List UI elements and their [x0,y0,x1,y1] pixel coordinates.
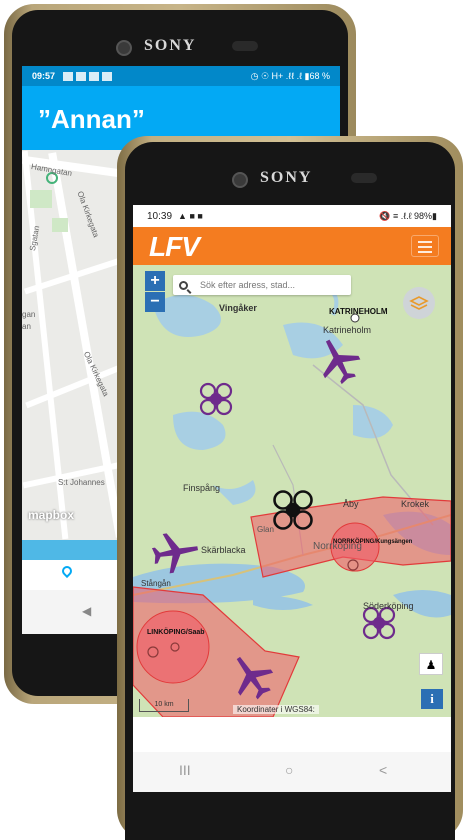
front-camera-icon [232,172,248,188]
layers-icon [409,296,429,310]
street-label: an [22,322,31,331]
nav-back-button[interactable]: ◀ [82,604,91,618]
search-input[interactable]: Sök efter adress, stad... [173,275,351,295]
notification-icon [102,71,113,81]
street-label: Ola Kirkegata [75,190,101,239]
place-label: Skärblacka [201,545,246,555]
menu-icon[interactable] [411,235,439,257]
drone-icon [362,606,396,640]
nav-recent-button[interactable]: III [179,762,191,778]
airport-zone-linkoping [136,610,210,684]
status-time: 09:57 [32,71,56,81]
status-indicators: ◷ ☉ H+ .ℓℓ .ℓ ▮68 % [250,70,330,81]
brand-logo: SONY [260,169,313,186]
place-label: Vingåker [219,303,257,313]
street-label: gan [22,310,36,319]
status-bar: 10:39 ▲ ■ ■ 🔇 ≡ .ℓ.ℓ 98%▮ [133,205,451,227]
scale-bar: 10 km [139,699,189,712]
person-icon: ♟ [425,658,437,672]
lake [353,405,393,439]
place-label: Finspång [183,483,221,493]
place-label: Stångån [141,579,171,588]
system-nav-bar: III ○ < [133,752,451,792]
brand-logo: SONY [144,37,197,54]
search-icon [179,280,188,290]
drone-icon [199,382,233,416]
speaker [351,173,377,183]
info-button[interactable]: i [421,689,443,709]
mapbox-attribution[interactable]: mapbox [28,508,74,522]
search-placeholder: Sök efter adress, stad... [200,280,296,290]
notification-icons: ▲ ■ ■ [178,211,203,221]
place-label: Åby [343,499,359,509]
nav-home-button[interactable]: ○ [285,762,293,778]
status-time: 10:39 [147,210,173,222]
place-label: Katrineholm [323,325,372,335]
place-label: KATRINEHOLM [329,307,388,316]
park-area [30,190,52,208]
map-canvas [133,283,451,717]
airport-label: NORRKÖPING/Kungsängen [333,539,413,545]
zoom-in-button[interactable]: + [145,271,165,291]
status-indicators: 🔇 ≡ .ℓ.ℓ 98%▮ [379,210,437,221]
place-label: Glan [257,525,274,534]
pegman-button[interactable]: ♟ [419,653,443,675]
notification-icon [63,71,74,81]
notification-icon [76,71,87,81]
notification-icon [89,71,100,81]
front-screen: 10:39 ▲ ■ ■ 🔇 ≡ .ℓ.ℓ 98%▮ LFV + − Sök ef… [133,205,451,792]
place-label: Söderköping [363,601,414,611]
lfv-logo: LFV [149,231,200,262]
front-camera-icon [116,40,132,56]
airspace-map[interactable]: + − Sök efter adress, stad... Vingåker K… [133,265,451,717]
lake [173,411,226,450]
zoom-out-button[interactable]: − [145,292,165,312]
app-bar: LFV [133,227,451,265]
nav-back-button[interactable]: < [379,762,387,778]
speaker [232,41,258,51]
status-bar: 09:57 ◷ ☉ H+ .ℓℓ .ℓ ▮68 % [22,66,340,86]
coordinates-readout: Koordinater i WGS84: [233,705,319,714]
layers-button[interactable] [403,287,435,319]
location-tab-icon[interactable] [59,563,75,579]
street-label: S:t Johannes [58,478,105,487]
airport-label: LINKÖPING/Saab [147,629,205,636]
bottom-area [133,717,451,752]
page-title: ”Annan” [38,104,145,134]
lake-glan [253,595,313,610]
place-label: Krokek [401,499,430,509]
park-area [52,218,68,232]
